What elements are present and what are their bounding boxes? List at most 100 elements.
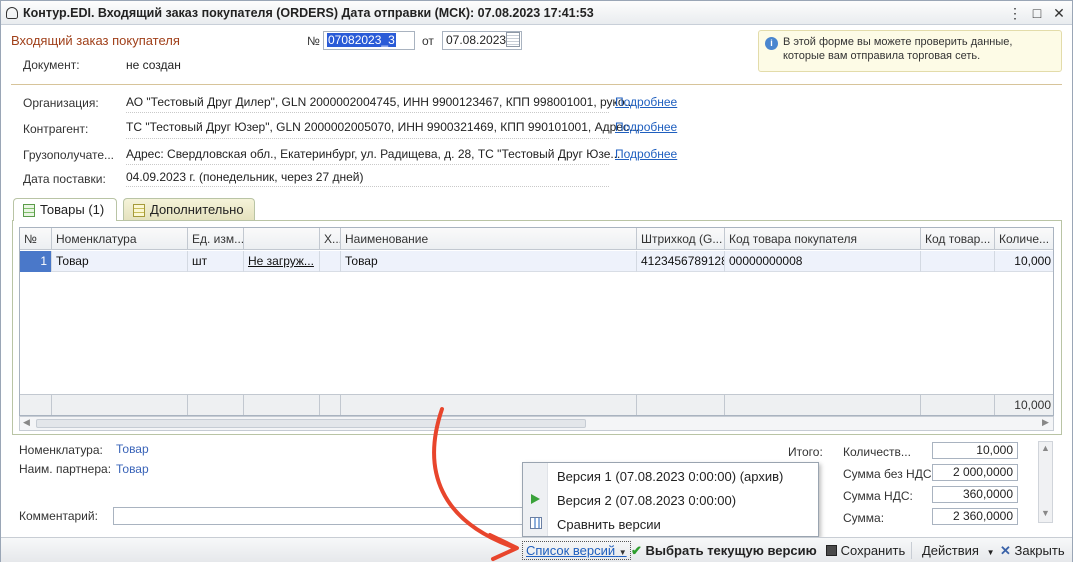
play-icon bbox=[531, 494, 540, 504]
tab-goods-label: Товары (1) bbox=[40, 202, 105, 217]
table-row[interactable]: 1 Товар шт Не загруж... Товар 4123456789… bbox=[20, 251, 1053, 272]
table-footer: 10,000 bbox=[20, 394, 1053, 415]
actions-button[interactable]: Действия ▼ bbox=[922, 543, 995, 558]
window: Контур.EDI. Входящий заказ покупателя (O… bbox=[0, 0, 1073, 562]
floppy-icon bbox=[826, 545, 837, 556]
column-header[interactable]: Х... bbox=[320, 228, 341, 250]
consignee-value: Адрес: Свердловская обл., Екатеринбург, … bbox=[126, 147, 621, 161]
row-x bbox=[320, 251, 341, 272]
organization-more-link[interactable]: Подробнее bbox=[615, 95, 677, 109]
bottom-toolbar: Список версий ▼ ✔ Выбрать текущую версию… bbox=[1, 537, 1072, 562]
delivery-date-label: Дата поставки: bbox=[23, 172, 106, 186]
close-icon: ✕ bbox=[1000, 543, 1011, 558]
consignee-label: Грузополучате... bbox=[23, 148, 115, 162]
divider bbox=[11, 84, 1062, 85]
sum-no-vat-label: Сумма без НДС: bbox=[843, 467, 935, 481]
date-label: от bbox=[422, 34, 434, 48]
row-name: Товар bbox=[341, 251, 637, 272]
quantity-label: Количеств... bbox=[843, 445, 911, 459]
app-icon bbox=[6, 6, 18, 19]
row-nomenclature: Товар bbox=[52, 251, 188, 272]
chevron-down-icon: ▼ bbox=[618, 548, 627, 557]
menu-item-version-2[interactable]: Версия 2 (07.08.2023 0:00:00) bbox=[557, 493, 736, 508]
vat-total: 360,0000 bbox=[932, 486, 1018, 503]
comment-label: Комментарий: bbox=[19, 509, 98, 523]
column-header[interactable]: № bbox=[20, 228, 52, 250]
row-barcode: 4123456789128 bbox=[637, 251, 725, 272]
title-bar: Контур.EDI. Входящий заказ покупателя (O… bbox=[1, 1, 1072, 25]
column-header[interactable]: Номенклатура bbox=[52, 228, 188, 250]
goods-table: № Номенклатура Ед. изм... Х... Наименова… bbox=[19, 227, 1054, 416]
vertical-scrollbar[interactable]: ▲ ▼ bbox=[1038, 441, 1053, 523]
totals-label: Итого: bbox=[788, 445, 823, 459]
contractor-value: ТС "Тестовый Друг Юзер", GLN 20000020050… bbox=[126, 120, 639, 134]
scroll-up-icon[interactable]: ▲ bbox=[1041, 443, 1050, 453]
sum-no-vat-total: 2 000,0000 bbox=[932, 464, 1018, 481]
menu-item-compare[interactable]: Сравнить версии bbox=[557, 517, 661, 532]
comment-input[interactable] bbox=[113, 507, 523, 525]
nomenclature-value: Товар bbox=[116, 442, 149, 456]
contractor-more-link[interactable]: Подробнее bbox=[615, 120, 677, 134]
consignee-more-link[interactable]: Подробнее bbox=[615, 147, 677, 161]
column-header[interactable]: Ед. изм... bbox=[188, 228, 244, 250]
partner-value: Товар bbox=[116, 462, 149, 476]
scroll-down-icon[interactable]: ▼ bbox=[1041, 508, 1050, 518]
more-icon[interactable]: ⋮ bbox=[1006, 4, 1024, 22]
quantity-total: 10,000 bbox=[932, 442, 1018, 459]
delivery-date-value: 04.09.2023 г. (понедельник, через 27 дне… bbox=[126, 170, 364, 184]
hint-text: В этой форме вы можете проверить данные,… bbox=[783, 36, 1013, 62]
actions-label: Действия bbox=[922, 543, 979, 558]
document-label: Документ: bbox=[23, 58, 80, 72]
save-label: Сохранить bbox=[840, 543, 906, 558]
row-load-link[interactable]: Не загруж... bbox=[244, 251, 320, 272]
save-button[interactable]: Сохранить bbox=[826, 543, 905, 558]
row-number: 1 bbox=[20, 251, 52, 272]
column-header[interactable] bbox=[244, 228, 320, 250]
column-header[interactable]: Код товара покупателя bbox=[725, 228, 921, 250]
close-label: Закрыть bbox=[1014, 543, 1065, 558]
column-header[interactable]: Код товар... bbox=[921, 228, 995, 250]
checkmark-icon: ✔ bbox=[631, 543, 642, 558]
versions-list-label: Список версий bbox=[526, 543, 616, 558]
tab-additional[interactable]: Дополнительно bbox=[123, 198, 255, 221]
window-title: Контур.EDI. Входящий заказ покупателя (O… bbox=[23, 5, 594, 20]
nomenclature-label: Номенклатура: bbox=[19, 443, 103, 457]
tab-goods[interactable]: Товары (1) bbox=[13, 198, 117, 221]
vat-label: Сумма НДС: bbox=[843, 489, 913, 503]
table-header: № Номенклатура Ед. изм... Х... Наименова… bbox=[20, 228, 1053, 250]
column-header[interactable]: Наименование bbox=[341, 228, 637, 250]
tab-additional-label: Дополнительно bbox=[150, 202, 244, 217]
column-header[interactable]: Штрихкод (G... bbox=[637, 228, 725, 250]
organization-value: АО "Тестовый Друг Дилер", GLN 2000002004… bbox=[126, 95, 635, 109]
column-header[interactable]: Количе... bbox=[995, 228, 1053, 250]
chevron-down-icon: ▼ bbox=[986, 548, 995, 557]
scroll-right-icon[interactable]: ▶ bbox=[1042, 417, 1049, 428]
scroll-thumb[interactable] bbox=[36, 419, 586, 428]
table-icon bbox=[23, 204, 35, 217]
number-label: № bbox=[307, 34, 320, 48]
sum-label: Сумма: bbox=[843, 511, 885, 525]
horizontal-scrollbar[interactable]: ◀ ▶ bbox=[19, 416, 1054, 431]
hint-box: i В этой форме вы можете проверить данны… bbox=[758, 30, 1062, 72]
number-input[interactable]: 07082023_3 bbox=[323, 31, 415, 50]
row-unit: шт bbox=[188, 251, 244, 272]
close-icon[interactable]: ✕ bbox=[1050, 4, 1068, 22]
select-version-button[interactable]: ✔ Выбрать текущую версию bbox=[631, 543, 817, 559]
maximize-icon[interactable]: □ bbox=[1028, 4, 1046, 22]
row-quantity: 10,000 bbox=[1014, 254, 1051, 268]
select-version-label: Выбрать текущую версию bbox=[645, 543, 817, 558]
document-title: Входящий заказ покупателя bbox=[11, 33, 180, 48]
calendar-icon[interactable] bbox=[506, 32, 520, 47]
menu-item-version-1[interactable]: Версия 1 (07.08.2023 0:00:00) (архив) bbox=[557, 469, 783, 484]
scroll-left-icon[interactable]: ◀ bbox=[23, 417, 30, 428]
sum-total: 2 360,0000 bbox=[932, 508, 1018, 525]
organization-label: Организация: bbox=[23, 96, 99, 110]
close-button[interactable]: ✕ Закрыть bbox=[1000, 543, 1065, 559]
versions-list-button[interactable]: Список версий ▼ bbox=[522, 541, 631, 560]
versions-menu: Версия 1 (07.08.2023 0:00:00) (архив) Ве… bbox=[522, 462, 819, 537]
footer-total: 10,000 bbox=[1014, 398, 1051, 412]
contractor-label: Контрагент: bbox=[23, 122, 89, 136]
row-buyer-code: 00000000008 bbox=[725, 251, 921, 272]
table-icon bbox=[133, 204, 145, 217]
compare-icon bbox=[530, 517, 542, 529]
